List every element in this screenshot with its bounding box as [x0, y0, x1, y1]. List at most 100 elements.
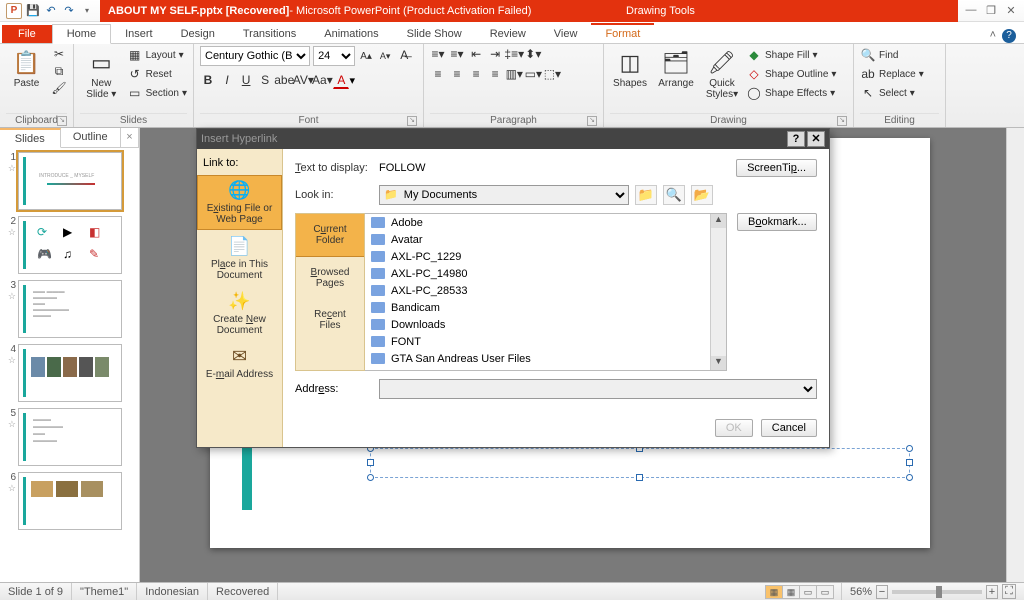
tab-slides-panel[interactable]: Slides — [0, 128, 61, 148]
resize-handle[interactable] — [367, 474, 374, 481]
tab-outline-panel[interactable]: Outline — [61, 128, 122, 147]
align-center-icon[interactable]: ≡ — [449, 66, 465, 82]
numbering-icon[interactable]: ≡▾ — [449, 46, 465, 62]
new-slide-button[interactable]: ▭NewSlide ▾ — [80, 46, 123, 100]
qat-more-icon[interactable]: ▾ — [80, 4, 94, 18]
bookmark-button[interactable]: Bookmark... — [737, 213, 817, 231]
textbox-selection[interactable] — [370, 448, 910, 478]
resize-handle[interactable] — [636, 474, 643, 481]
italic-icon[interactable]: I — [219, 72, 235, 88]
quick-styles-button[interactable]: 🖍QuickStyles▾ — [702, 46, 742, 100]
slide-thumb-2[interactable]: ⟳▶◧🎮♫✎ — [18, 216, 122, 274]
tab-home[interactable]: Home — [52, 24, 111, 44]
drawing-dialog-launcher[interactable]: ↘ — [837, 116, 847, 126]
zoom-slider[interactable] — [892, 590, 982, 594]
reset-button[interactable]: ↺Reset — [127, 65, 187, 83]
tab-transitions[interactable]: Transitions — [229, 25, 310, 43]
linkto-create[interactable]: ✨Create New Document — [197, 287, 282, 340]
align-left-icon[interactable]: ≡ — [430, 66, 446, 82]
redo-icon[interactable]: ↷ — [62, 4, 76, 18]
slide-thumb-5[interactable]: ▬▬▬▬▬▬▬▬▬▬▬▬▬▬ — [18, 408, 122, 466]
grow-font-icon[interactable]: A▴ — [358, 49, 374, 65]
layout-button[interactable]: ▦Layout ▾ — [127, 46, 187, 64]
restore-icon[interactable]: ❐ — [984, 4, 998, 17]
zoom-out-icon[interactable]: − — [876, 585, 888, 599]
indent-inc-icon[interactable]: ⇥ — [487, 46, 503, 62]
up-folder-icon[interactable]: 📁 — [635, 185, 657, 205]
file-list[interactable]: AdobeAvatarAXL-PC_1229AXL-PC_14980AXL-PC… — [365, 213, 727, 371]
clear-format-icon[interactable]: A̶ — [396, 47, 412, 63]
browse-web-icon[interactable]: 🔍 — [663, 185, 685, 205]
status-language[interactable]: Indonesian — [137, 583, 208, 600]
linkto-place[interactable]: 📄Place in This Document — [197, 232, 282, 285]
slide-thumb-3[interactable]: ▬▬ ▬▬▬▬▬▬▬▬▬▬▬▬▬▬▬▬▬▬ — [18, 280, 122, 338]
arrange-button[interactable]: 🗂Arrange — [654, 46, 698, 89]
save-icon[interactable]: 💾 — [26, 4, 40, 18]
line-spacing-icon[interactable]: ‡≡▾ — [506, 46, 522, 62]
zoom-in-icon[interactable]: + — [986, 585, 998, 599]
cat-browsed-pages[interactable]: BrowsedPages — [296, 257, 364, 299]
tab-design[interactable]: Design — [167, 25, 229, 43]
find-button[interactable]: 🔍Find — [860, 46, 924, 64]
address-select[interactable] — [379, 379, 817, 399]
dialog-close-icon[interactable]: ✕ — [807, 131, 825, 147]
file-item[interactable]: AXL-PC_1229 — [365, 248, 726, 265]
bullets-icon[interactable]: ≡▾ — [430, 46, 446, 62]
shape-fill-button[interactable]: ◆Shape Fill ▾ — [746, 46, 836, 64]
paste-button[interactable]: 📋Paste — [6, 46, 47, 89]
linkto-existing[interactable]: 🌐Existing File or Web Page — [197, 175, 282, 230]
file-item[interactable]: FONT — [365, 333, 726, 350]
view-normal-icon[interactable]: ▦ — [765, 585, 783, 599]
file-item[interactable]: Avatar — [365, 231, 726, 248]
bold-icon[interactable]: B — [200, 72, 216, 88]
align-text-icon[interactable]: ▭▾ — [525, 66, 541, 82]
minimize-icon[interactable]: — — [964, 4, 978, 17]
tab-format[interactable]: Format — [591, 23, 654, 43]
file-item[interactable]: Adobe — [365, 214, 726, 231]
shrink-font-icon[interactable]: A▾ — [377, 49, 393, 65]
file-item[interactable]: Downloads — [365, 316, 726, 333]
align-right-icon[interactable]: ≡ — [468, 66, 484, 82]
tab-file[interactable]: File — [2, 25, 52, 43]
select-button[interactable]: ↖Select ▾ — [860, 84, 924, 102]
tab-view[interactable]: View — [540, 25, 592, 43]
format-painter-icon[interactable]: 🖌 — [51, 80, 67, 96]
linkto-email[interactable]: ✉E-mail Address — [197, 342, 282, 384]
minimize-ribbon-icon[interactable]: ˄ — [990, 29, 996, 43]
resize-handle[interactable] — [367, 459, 374, 466]
dialog-help-icon[interactable]: ? — [787, 131, 805, 147]
file-item[interactable]: GTA San Andreas User Files — [365, 350, 726, 367]
case-icon[interactable]: Aa▾ — [314, 72, 330, 88]
undo-icon[interactable]: ↶ — [44, 4, 58, 18]
shapes-button[interactable]: ◫Shapes — [610, 46, 650, 89]
indent-dec-icon[interactable]: ⇤ — [468, 46, 484, 62]
shadow-icon[interactable]: abe — [276, 72, 292, 88]
dialog-titlebar[interactable]: Insert Hyperlink ? ✕ — [197, 129, 829, 149]
font-name-select[interactable]: Century Gothic (B — [200, 46, 310, 66]
resize-handle[interactable] — [906, 445, 913, 452]
cancel-button[interactable]: Cancel — [761, 419, 817, 437]
lookin-select[interactable]: 📁 My Documents — [379, 185, 629, 205]
resize-handle[interactable] — [906, 459, 913, 466]
screentip-button[interactable]: ScreenTip... — [736, 159, 817, 177]
tab-insert[interactable]: Insert — [111, 25, 167, 43]
slide-thumb-1[interactable]: INTRODUCE _ MYSELF — [18, 152, 122, 210]
justify-icon[interactable]: ≡ — [487, 66, 503, 82]
text-display-value[interactable]: FOLLOW — [379, 162, 425, 174]
fit-window-icon[interactable]: ⛶ — [1002, 584, 1016, 599]
tab-review[interactable]: Review — [476, 25, 540, 43]
vertical-scrollbar[interactable] — [1006, 128, 1024, 582]
tab-slideshow[interactable]: Slide Show — [393, 25, 476, 43]
browse-file-icon[interactable]: 📂 — [691, 185, 713, 205]
tab-animations[interactable]: Animations — [310, 25, 392, 43]
spacing-icon[interactable]: AV▾ — [295, 72, 311, 88]
cut-icon[interactable]: ✂ — [51, 46, 67, 62]
text-direction-icon[interactable]: ⬍▾ — [525, 46, 541, 62]
close-icon[interactable]: ✕ — [1004, 4, 1018, 17]
view-sorter-icon[interactable]: ▦ — [782, 585, 800, 599]
file-item[interactable]: AXL-PC_14980 — [365, 265, 726, 282]
cat-recent-files[interactable]: RecentFiles — [296, 299, 364, 341]
slide-thumb-4[interactable] — [18, 344, 122, 402]
shape-effects-button[interactable]: ◯Shape Effects ▾ — [746, 84, 836, 102]
view-reading-icon[interactable]: ▭ — [799, 585, 817, 599]
